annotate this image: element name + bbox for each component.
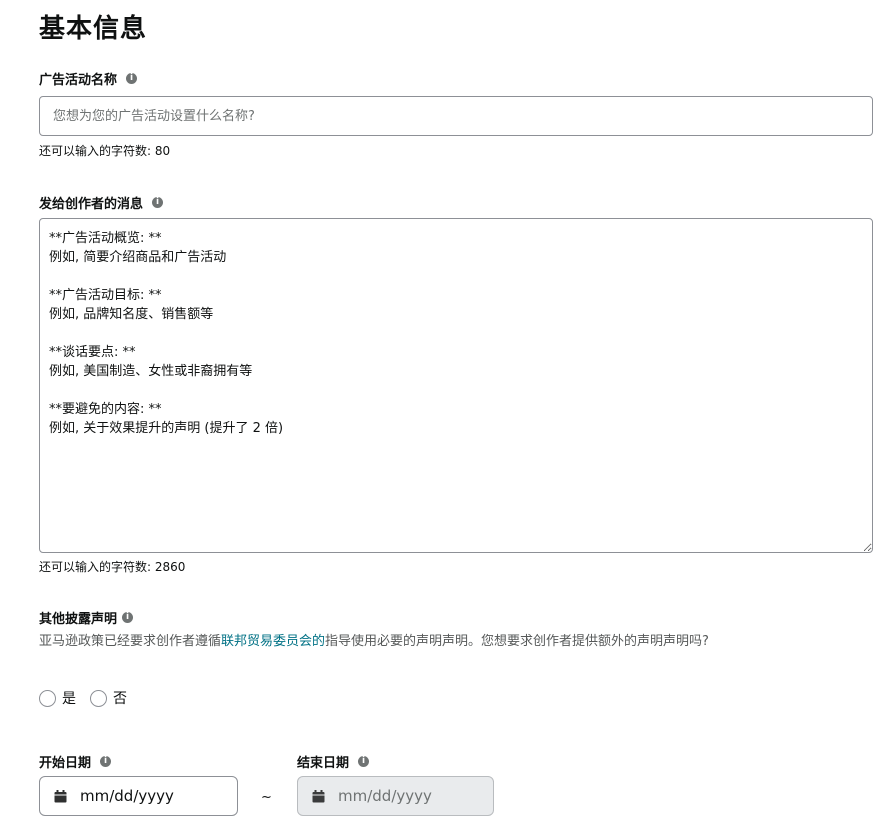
info-icon[interactable]: i — [358, 756, 370, 767]
radio-no-label[interactable]: 否 — [113, 688, 127, 708]
end-date-placeholder: mm/dd/yyyy — [338, 787, 432, 805]
disclosure-desc-after: 指导使用必要的声明声明。您想要求创作者提供额外的声明声明吗? — [325, 634, 709, 649]
info-icon[interactable]: i — [122, 612, 134, 623]
end-date-input[interactable]: mm/dd/yyyy — [297, 776, 494, 816]
start-date-label: 开始日期 i — [39, 752, 112, 771]
creator-message-label-text: 发给创作者的消息 — [39, 197, 144, 212]
start-date-label-text: 开始日期 — [39, 756, 92, 771]
creator-message-label: 发给创作者的消息 i — [39, 193, 164, 212]
date-range-separator: ~ — [261, 790, 272, 805]
radio-yes[interactable] — [39, 689, 56, 707]
disclosure-radio-group: 是 否 — [39, 688, 141, 708]
end-date-label: 结束日期 i — [297, 752, 370, 771]
end-date-label-text: 结束日期 — [297, 756, 350, 771]
campaign-name-label-text: 广告活动名称 — [39, 73, 118, 88]
start-date-input[interactable]: mm/dd/yyyy — [39, 776, 238, 816]
info-icon[interactable]: i — [126, 73, 138, 84]
campaign-name-input[interactable] — [39, 96, 873, 136]
disclosure-description: 亚马逊政策已经要求创作者遵循联邦贸易委员会的指导使用必要的声明声明。您想要求创作… — [39, 631, 859, 653]
section-title: 基本信息 — [39, 14, 148, 44]
disclosure-label: 其他披露声明 i — [39, 608, 134, 627]
start-date-placeholder: mm/dd/yyyy — [80, 787, 174, 805]
disclosure-label-text: 其他披露声明 — [39, 612, 118, 627]
creator-message-textarea[interactable]: **广告活动概览: ** 例如, 简要介绍商品和广告活动 **广告活动目标: *… — [39, 218, 873, 553]
radio-no[interactable] — [90, 689, 107, 707]
campaign-name-label: 广告活动名称 i — [39, 69, 138, 88]
ftc-guidelines-link[interactable]: 联邦贸易委员会的 — [221, 634, 325, 649]
creator-message-char-count: 还可以输入的字符数: 2860 — [39, 560, 186, 574]
radio-yes-label[interactable]: 是 — [62, 688, 76, 708]
calendar-icon — [312, 789, 325, 802]
campaign-name-char-count: 还可以输入的字符数: 80 — [39, 144, 171, 158]
calendar-icon — [54, 789, 67, 802]
disclosure-desc-before: 亚马逊政策已经要求创作者遵循 — [39, 634, 222, 649]
info-icon[interactable]: i — [152, 197, 164, 208]
info-icon[interactable]: i — [100, 756, 112, 767]
